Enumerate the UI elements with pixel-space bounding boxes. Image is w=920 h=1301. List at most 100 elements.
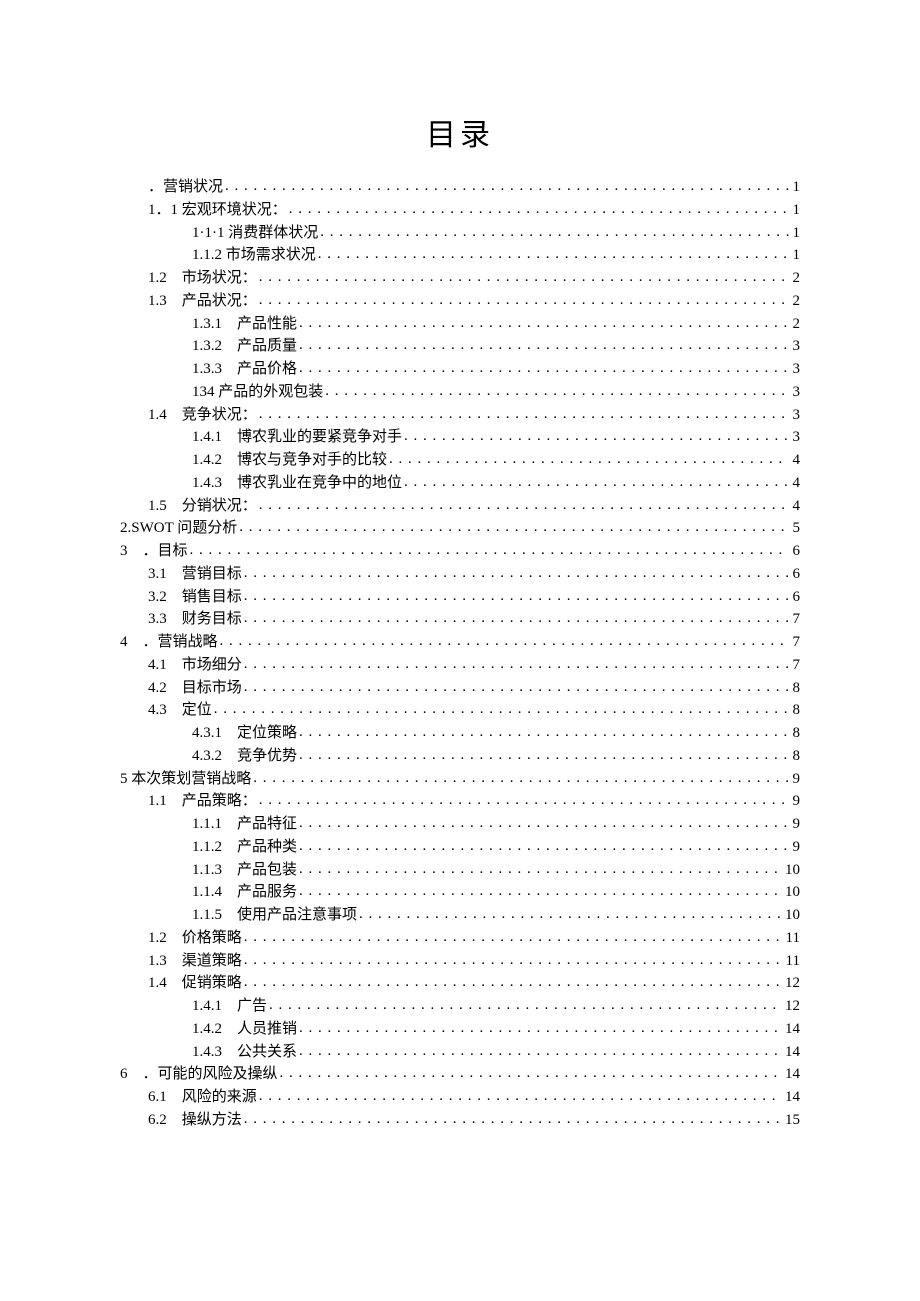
toc-leader	[269, 995, 781, 1010]
toc-label: ．营销状况	[148, 177, 223, 199]
toc-entry: 4.1 市场细分 7	[120, 654, 800, 677]
toc-entry: 3.1 营销目标6	[120, 563, 800, 586]
toc-leader	[220, 631, 789, 646]
toc-entry: 4.2 目标市场8	[120, 677, 800, 700]
toc-entry: 1.3.1 产品性能 2	[120, 313, 800, 336]
toc-label: 1.1.3 产品包装	[192, 860, 297, 882]
toc-label: 1.4 竞争状况：	[148, 405, 257, 427]
toc-label: 3.2 销售目标	[148, 587, 242, 609]
toc-page-number: 11	[784, 928, 800, 950]
toc-page-number: 15	[783, 1110, 800, 1132]
toc-leader	[299, 859, 781, 874]
toc-leader	[244, 1109, 781, 1124]
toc-leader	[259, 404, 789, 419]
toc-leader	[253, 768, 788, 783]
toc-entry: 3.3 财务目标7	[120, 608, 800, 631]
toc-page-number: 2	[791, 314, 801, 336]
toc-entry: 1．1 宏观环境状况： 1	[120, 199, 800, 222]
toc-leader	[404, 426, 788, 441]
toc-leader	[325, 381, 788, 396]
toc-label: 1.3.3 产品价格	[192, 359, 297, 381]
toc-label: 3.3 财务目标	[148, 609, 242, 631]
toc-page-number: 3	[791, 336, 801, 358]
toc-entry: 1·1·1 消费群体状况 1	[120, 222, 800, 245]
toc-label: 4.1 市场细分	[148, 655, 242, 677]
toc-entry: 4.3.2 竞争优势8	[120, 745, 800, 768]
toc-entry: 1.5 分销状况： 4	[120, 495, 800, 518]
toc-leader	[244, 927, 782, 942]
toc-leader	[259, 267, 789, 282]
toc-label: 1.3 渠道策略	[148, 951, 242, 973]
toc-label: 3 ．目标	[120, 541, 188, 563]
toc-label: 4.3.1 定位策略	[192, 723, 297, 745]
toc-label: 3.1 营销目标	[148, 564, 242, 586]
toc-page-number: 8	[791, 678, 801, 700]
toc-label: 1．1 宏观环境状况：	[148, 200, 287, 222]
toc-leader	[239, 517, 788, 532]
toc-leader	[190, 540, 789, 555]
toc-leader	[259, 495, 789, 510]
toc-page-number: 4	[791, 496, 801, 518]
toc-leader	[280, 1063, 781, 1078]
toc-page-number: 1	[791, 223, 801, 245]
toc-label: 1.1 产品策略：	[148, 791, 257, 813]
toc-entry: 1.4.2 博农与竞争对手的比较 4	[120, 449, 800, 472]
toc-label: 1.4.1 广告	[192, 996, 267, 1018]
toc-page-number: 8	[791, 723, 801, 745]
toc-label: 1·1·1 消费群体状况	[192, 223, 318, 245]
toc-page-number: 9	[791, 791, 801, 813]
toc-leader	[244, 586, 789, 601]
toc-page-number: 3	[791, 405, 801, 427]
toc-leader	[299, 1041, 781, 1056]
toc-leader	[299, 1018, 781, 1033]
toc-label: 1.1.5 使用产品注意事项	[192, 905, 357, 927]
toc-entry: 1.4.3 博农乳业在竞争中的地位4	[120, 472, 800, 495]
toc-entry: 1.4.1 博农乳业的要紧竞争对手 3	[120, 426, 800, 449]
toc-page-number: 6	[791, 587, 801, 609]
toc-leader	[318, 244, 789, 259]
toc-page-number: 7	[791, 655, 801, 677]
toc-leader	[244, 563, 789, 578]
toc-label: 6 ．可能的风险及操纵	[120, 1064, 278, 1086]
toc-page-number: 3	[791, 359, 801, 381]
toc-entry: 6 ．可能的风险及操纵14	[120, 1063, 800, 1086]
toc-leader	[299, 881, 781, 896]
toc-leader	[244, 972, 781, 987]
toc-page-number: 1	[791, 245, 801, 267]
toc-entry: 1.4.2 人员推销14	[120, 1018, 800, 1041]
toc-label: 2.SWOT 问题分析	[120, 518, 237, 540]
toc-entry: 2.SWOT 问题分析 5	[120, 517, 800, 540]
toc-page-number: 11	[784, 951, 800, 973]
toc-entry: 4 ．营销战略7	[120, 631, 800, 654]
toc-entry: 1.2 价格策略 11	[120, 927, 800, 950]
toc-page-number: 2	[791, 268, 801, 290]
document-page: 目录 ．营销状况11．1 宏观环境状况：11·1·1 消费群体状况11.1.2 …	[0, 0, 920, 1212]
toc-page-number: 2	[791, 291, 801, 313]
toc-label: 1.2 价格策略	[148, 928, 242, 950]
toc-entry: 1.2 市场状况：2	[120, 267, 800, 290]
toc-page-number: 3	[791, 382, 801, 404]
toc-page-number: 14	[783, 1042, 800, 1064]
toc-entry: 1.1.5 使用产品注意事项10	[120, 904, 800, 927]
toc-page-number: 5	[791, 518, 801, 540]
toc-label: 1.5 分销状况：	[148, 496, 257, 518]
toc-leader	[244, 608, 789, 623]
toc-label: 1.4.1 博农乳业的要紧竞争对手	[192, 427, 402, 449]
toc-leader	[299, 313, 788, 328]
toc-entry: 3 ．目标6	[120, 540, 800, 563]
toc-label: 1.3.1 产品性能	[192, 314, 297, 336]
toc-leader	[244, 654, 789, 669]
toc-entry: 1.1.3 产品包装 10	[120, 859, 800, 882]
toc-label: 1.3 产品状况：	[148, 291, 257, 313]
toc-page-number: 4	[791, 450, 801, 472]
toc-page-number: 10	[783, 860, 800, 882]
toc-label: 4.3 定位	[148, 700, 212, 722]
toc-page-number: 1	[791, 200, 801, 222]
toc-label: 1.4.2 博农与竞争对手的比较	[192, 450, 387, 472]
toc-page-number: 8	[791, 746, 801, 768]
toc-entry: 1.1 产品策略： 9	[120, 790, 800, 813]
toc-page-number: 3	[791, 427, 801, 449]
toc-page-number: 12	[783, 996, 800, 1018]
toc-entry: 4.3 定位8	[120, 699, 800, 722]
toc-entry: 1.1.1 产品特征9	[120, 813, 800, 836]
